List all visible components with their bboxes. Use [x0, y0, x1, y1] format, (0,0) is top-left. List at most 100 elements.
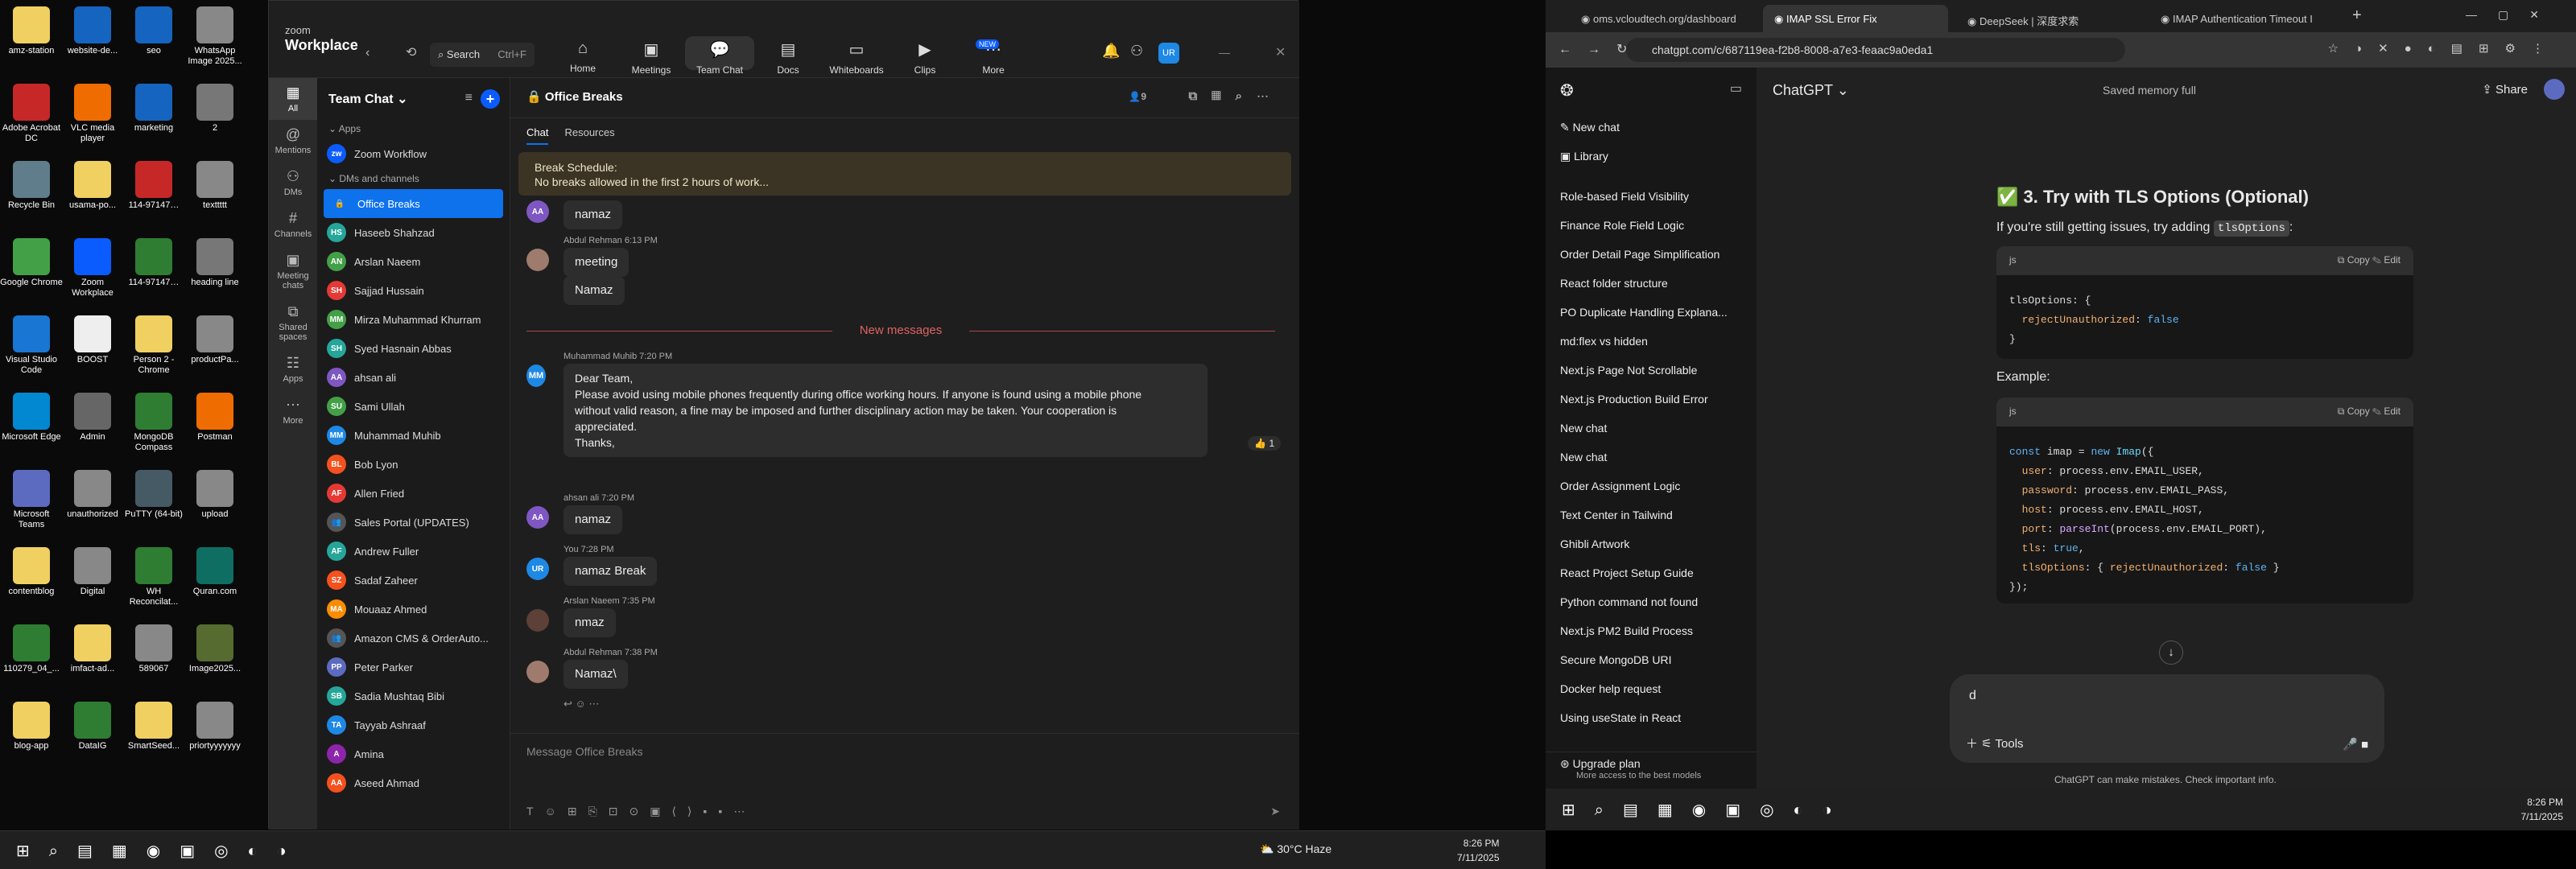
copy-edit[interactable]: ⧉ Copy ✎ Edit [2338, 254, 2401, 266]
nav-team-chat[interactable]: 💬 Team Chat [685, 36, 754, 76]
desktop-icon[interactable]: imfact-ad... [61, 624, 124, 674]
url-field[interactable]: chatgpt.com/c/687119ea-f2b8-8008-a7e3-fe… [1626, 38, 2125, 62]
prompt-input[interactable]: d [1950, 674, 2384, 718]
rail-all[interactable]: ▦ All [269, 78, 317, 120]
rail-shared-spaces[interactable]: ⧉ Shared spaces [269, 297, 317, 348]
new-tab-button[interactable]: + [2352, 6, 2362, 25]
nav-meetings[interactable]: ▣ Meetings [617, 39, 686, 76]
message-bubble[interactable]: Namaz\ [564, 660, 628, 689]
clock[interactable]: 8:26 PM 7/11/2025 [2521, 795, 2564, 824]
memory-status[interactable]: Saved memory full [2103, 84, 2196, 97]
chat-item[interactable]: AA Aseed Ahmad [317, 768, 510, 797]
desktop-icon[interactable]: MongoDB Compass [122, 393, 185, 453]
taskbar-apps[interactable]: ⊞⌕▤▦◉▣◎◐◑ [16, 841, 306, 861]
desktop-icon[interactable]: upload [184, 470, 246, 520]
nav-whiteboards[interactable]: ▭ Whiteboards [822, 39, 891, 76]
nav-clips[interactable]: ▶ Clips [890, 39, 960, 76]
chat-item[interactable]: AN Arslan Naeem [317, 247, 510, 276]
chat-item[interactable]: PP Peter Parker [317, 653, 510, 682]
chat-item[interactable]: 👥 Sales Portal (UPDATES) [317, 508, 510, 537]
message-bubble[interactable]: nmaz [564, 608, 616, 637]
history-item[interactable]: Next.js PM2 Build Process [1546, 616, 1757, 645]
scroll-down-button[interactable]: ↓ [2159, 640, 2183, 665]
desktop-icon[interactable]: Microsoft Edge [0, 393, 63, 443]
browser-tab[interactable]: ◉ IMAP SSL Error Fix [1763, 5, 1948, 32]
history-item[interactable]: Secure MongoDB URI [1546, 645, 1757, 674]
send-icon[interactable]: ➤ [1270, 805, 1280, 818]
desktop-icon[interactable]: Person 2 - Chrome [122, 315, 185, 376]
share-button[interactable]: ⇪ Share [2482, 82, 2528, 97]
desktop-icon[interactable]: contentblog [0, 547, 63, 597]
header-actions[interactable]: ⧉▦⌕⋯ [1188, 89, 1283, 103]
chat-item[interactable]: AF Allen Fried [317, 479, 510, 508]
new-chat-button[interactable]: + [481, 89, 500, 109]
chat-item[interactable]: HS Haseeb Shahzad [317, 218, 510, 247]
chat-item[interactable]: A Amina [317, 739, 510, 768]
library-link[interactable]: ▣ Library [1546, 142, 1757, 171]
message-bubble[interactable]: Namaz [564, 276, 625, 305]
back-icon[interactable]: ‹ [365, 46, 369, 60]
desktop-icon[interactable]: Zoom Workplace [61, 238, 124, 299]
message[interactable]: UR You 7:28 PM namaz Break [526, 545, 658, 586]
browser-tab[interactable]: ◉ IMAP Authentication Timeout I [2149, 5, 2334, 32]
chat-item[interactable]: SB Sadia Mushtaq Bibi [317, 682, 510, 710]
desktop-icon[interactable]: marketing [122, 84, 185, 134]
clock[interactable]: 8:26 PM 7/11/2025 [1457, 836, 1500, 865]
nav-home[interactable]: ⌂ Home [548, 39, 617, 74]
desktop-icon[interactable]: blog-app [0, 702, 63, 752]
chat-item[interactable]: AF Andrew Fuller [317, 537, 510, 566]
rail-meeting-chats[interactable]: ▣ Meeting chats [269, 245, 317, 297]
desktop-icon[interactable]: Google Chrome [0, 238, 63, 288]
message[interactable]: AA namaz [526, 200, 623, 229]
browser-tab[interactable]: ◉ oms.vcloudtech.org/dashboard [1570, 5, 1755, 32]
desktop-icon[interactable]: seo [122, 6, 185, 56]
desktop-icon[interactable]: usama-po... [61, 161, 124, 211]
desktop-icon[interactable]: priortyyyyyyy [184, 702, 246, 752]
history-item[interactable]: React Project Setup Guide [1546, 558, 1757, 587]
taskbar-apps[interactable]: ⊞⌕▤▦◉▣◎◐◑ [1562, 800, 1852, 820]
browser-tab[interactable]: ◉ DeepSeek | 深度求索 [1956, 5, 2141, 32]
desktop-icon[interactable]: SmartSeed... [122, 702, 185, 752]
user-avatar[interactable] [2544, 79, 2565, 100]
history-item[interactable]: Next.js Production Build Error [1546, 385, 1757, 414]
new-chat-link[interactable]: ✎ New chat [1546, 113, 1757, 142]
history-item[interactable]: New chat [1546, 443, 1757, 472]
profile-avatar[interactable]: UR [1158, 43, 1179, 64]
desktop-icon[interactable]: Postman [184, 393, 246, 443]
chat-item[interactable]: SU Sami Ullah [317, 392, 510, 421]
upgrade-plan[interactable]: ⊛ Upgrade plan More access to the best mo… [1546, 752, 1757, 789]
history-item[interactable]: Order Detail Page Simplification [1546, 240, 1757, 269]
model-selector[interactable]: ChatGPT ⌄ [1773, 82, 1849, 99]
chat-item[interactable]: BL Bob Lyon [317, 450, 510, 479]
desktop-icon[interactable]: BOOST [61, 315, 124, 365]
apps-section[interactable]: ⌄ Apps [317, 118, 510, 139]
contacts-icon[interactable]: ⚇ [1130, 43, 1143, 60]
rail-dms[interactable]: ⚇ DMs [269, 162, 317, 204]
desktop-icon[interactable]: Image2025... [184, 624, 246, 674]
desktop-icon[interactable]: 114-97147… [122, 238, 185, 288]
desktop-icon[interactable]: 114-97147… [122, 161, 185, 211]
desktop-icon[interactable]: unauthorized [61, 470, 124, 520]
minimize-button[interactable]: — [1219, 46, 1230, 59]
desktop-icon[interactable]: Quran.com [184, 547, 246, 597]
app-item-zoom-workflow[interactable]: zw Zoom Workflow [317, 139, 510, 168]
message-bubble[interactable]: namaz Break [564, 557, 658, 586]
compose-toolbar[interactable]: T☺⊞⎘⊡⊙▣⟨⟩▪▪⋯ [526, 805, 756, 818]
message[interactable]: Abdul Rehman 6:13 PM meeting [526, 236, 658, 277]
voice-buttons[interactable]: 🎤 ■ [2343, 737, 2368, 752]
history-item[interactable]: Using useState in React [1546, 703, 1757, 732]
desktop-icon[interactable]: 589067 [122, 624, 185, 674]
copy-edit[interactable]: ⧉ Copy ✎ Edit [2338, 406, 2401, 418]
message-bubble[interactable]: Dear Team, Please avoid using mobile phon… [564, 364, 1208, 457]
filter-icon[interactable]: ≡ [465, 91, 473, 105]
tools-button[interactable]: ＋ ⚟ Tools [1966, 735, 2024, 752]
chat-item[interactable]: SZ Sadaf Zaheer [317, 566, 510, 595]
desktop-icon[interactable]: productPa... [184, 315, 246, 365]
history-item[interactable]: Next.js Page Not Scrollable [1546, 356, 1757, 385]
dms-section[interactable]: ⌄ DMs and channels [317, 168, 510, 189]
history-item[interactable]: React folder structure [1546, 269, 1757, 298]
desktop-icon[interactable]: texttttt [184, 161, 246, 211]
desktop-icon[interactable]: VLC media player [61, 84, 124, 144]
chevron-down-icon[interactable]: ⌄ [397, 93, 407, 106]
chat-item[interactable]: MM Mirza Muhammad Khurram [317, 305, 510, 334]
